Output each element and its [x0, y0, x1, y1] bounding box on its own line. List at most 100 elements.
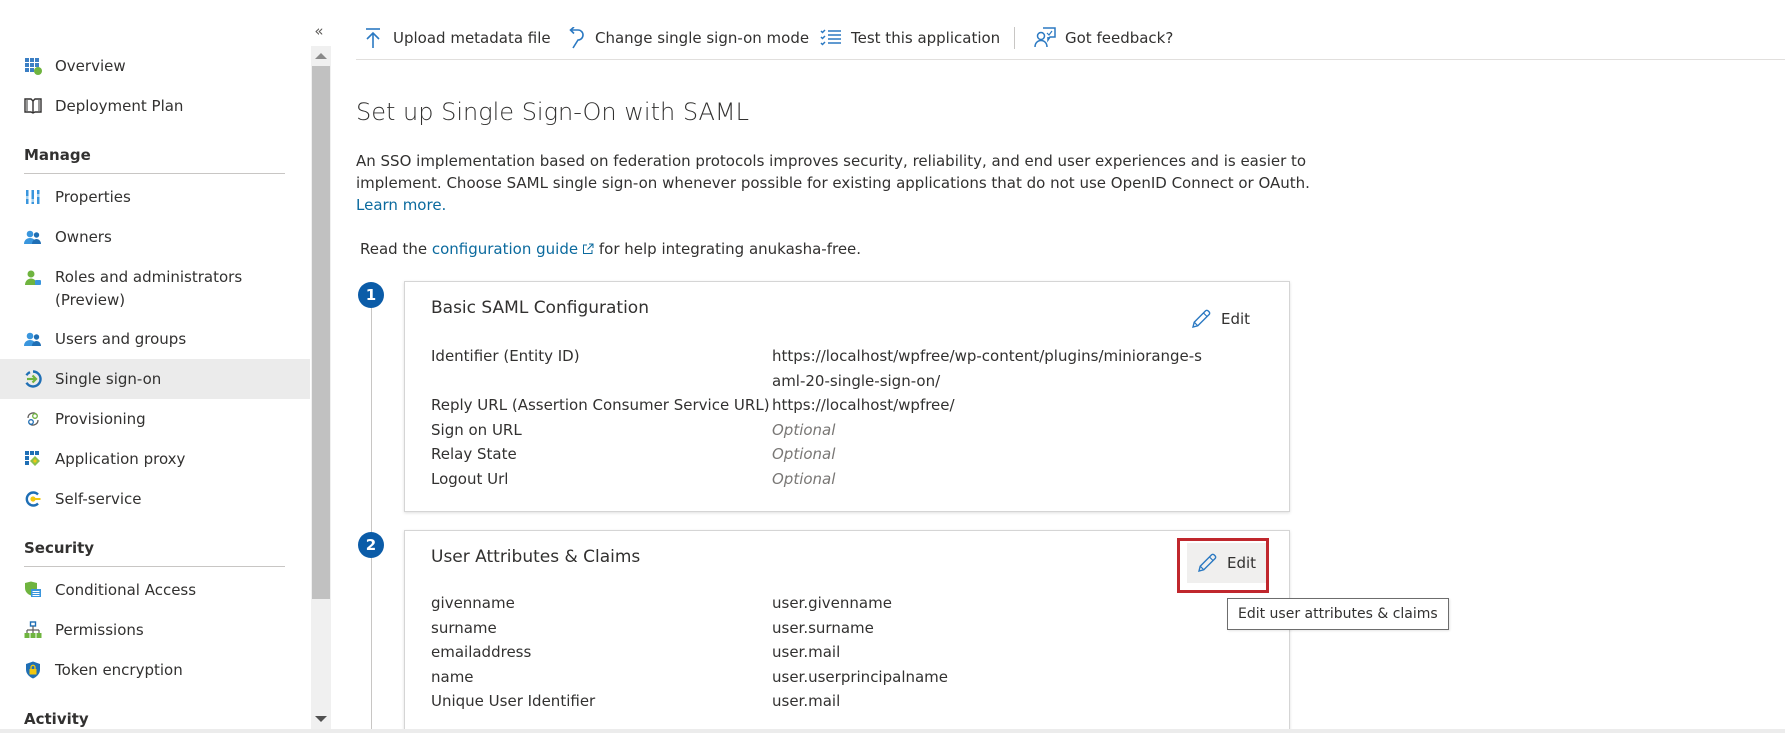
claim-name: givenname [431, 594, 515, 612]
test-label: Test this application [851, 29, 1001, 47]
claim-name: surname [431, 618, 497, 637]
sidebar-item-conditional-access[interactable]: Conditional Access [0, 570, 310, 610]
scroll-up-arrow-icon[interactable] [315, 53, 327, 59]
card-title: Basic SAML Configuration [431, 298, 649, 318]
sidebar-item-label: Provisioning [55, 410, 146, 428]
step-connector-line [371, 305, 372, 733]
sidebar-item-properties[interactable]: Properties [0, 177, 310, 217]
section-heading-security: Security [24, 539, 285, 567]
guide-suffix: for help integrating anukasha-free. [598, 240, 862, 258]
double-chevron-left-icon: « [314, 22, 324, 40]
command-toolbar: Upload metadata file Change single sign-… [356, 0, 1785, 60]
edit-tooltip: Edit user attributes & claims [1227, 598, 1449, 630]
claim-value: user.mail [772, 643, 841, 661]
pencil-icon [1191, 309, 1211, 329]
owners-icon [24, 228, 42, 246]
config-row: Identifier (Entity ID) https://localhost… [431, 344, 1271, 393]
claim-name: Unique User Identifier [431, 692, 596, 710]
sidebar-item-deployment-plan[interactable]: Deployment Plan [0, 86, 310, 126]
config-value: Optional [772, 420, 836, 439]
test-application-button[interactable]: Test this application [820, 24, 1000, 52]
config-row: Reply URL (Assertion Consumer Service UR… [431, 393, 1271, 418]
sidebar-item-owners[interactable]: Owners [0, 217, 310, 257]
upload-metadata-file-button[interactable]: Upload metadata file [362, 24, 551, 52]
token-encryption-icon [24, 661, 42, 679]
scrollbar-thumb[interactable] [312, 66, 330, 599]
configuration-guide-note: Read the configuration guide for help in… [360, 240, 861, 259]
page-title: Set up Single Sign-On with SAML [356, 98, 749, 126]
sidebar-item-overview[interactable]: Overview [0, 46, 310, 86]
learn-more-link[interactable]: Learn more. [356, 196, 446, 214]
config-row: Logout Url Optional [431, 467, 1271, 492]
claim-row: Unique User Identifier user.mail [431, 689, 1271, 714]
claim-row: name user.userprincipalname [431, 665, 1271, 690]
scroll-down-arrow-icon[interactable] [315, 716, 327, 722]
checklist-icon [820, 27, 842, 49]
saml-config-list: Identifier (Entity ID) https://localhost… [431, 344, 1271, 491]
sidebar-item-label: Application proxy [55, 450, 186, 468]
change-sso-mode-button[interactable]: Change single sign-on mode [564, 24, 809, 52]
undo-icon [564, 27, 586, 49]
change-mode-label: Change single sign-on mode [595, 29, 810, 47]
sidebar-item-provisioning[interactable]: Provisioning [0, 399, 310, 439]
book-icon [24, 97, 42, 115]
config-value: Optional [772, 445, 836, 463]
page-description: An SSO implementation based on federatio… [356, 150, 1316, 216]
toolbar-divider [1014, 27, 1015, 49]
config-row: Relay State Optional [431, 442, 1271, 467]
config-key: Logout Url [431, 469, 509, 488]
roles-icon [24, 269, 42, 287]
claim-value: user.mail [772, 692, 841, 710]
collapse-sidebar-button[interactable]: « [309, 22, 329, 42]
sidebar-item-self-service[interactable]: Self-service [0, 479, 310, 519]
claims-list: givenname user.givenname surname user.su… [431, 591, 1271, 714]
sidebar-scrollbar[interactable] [311, 46, 331, 733]
sidebar-item-token-encryption[interactable]: Token encryption [0, 650, 310, 690]
claim-value: user.userprincipalname [772, 667, 949, 686]
card-title: User Attributes & Claims [431, 547, 641, 567]
sidebar-item-roles-administrators[interactable]: Roles and administrators (Preview) [0, 266, 310, 316]
properties-icon [24, 188, 42, 206]
sidebar-item-application-proxy[interactable]: Application proxy [0, 439, 310, 479]
configuration-guide-link[interactable]: configuration guide [432, 240, 594, 258]
config-value: https://localhost/wpfree/ [772, 396, 955, 414]
sidebar-item-permissions[interactable]: Permissions [0, 610, 310, 650]
config-value: Optional [772, 469, 836, 488]
config-value: https://localhost/wpfree/wp-content/plug… [772, 347, 1202, 390]
basic-saml-configuration-card: Basic SAML Configuration Edit Identifier… [404, 281, 1290, 512]
self-service-icon [24, 490, 42, 508]
claim-row: givenname user.givenname [431, 591, 1271, 616]
permissions-icon [24, 621, 42, 639]
user-attributes-claims-card: User Attributes & Claims Edit givenname … [404, 530, 1290, 733]
claim-value: user.givenname [772, 594, 892, 612]
external-link-icon [582, 241, 594, 259]
claim-name: emailaddress [431, 643, 532, 661]
config-key: Sign on URL [431, 420, 522, 439]
sidebar-item-label: Token encryption [55, 661, 183, 679]
sidebar-item-users-and-groups[interactable]: Users and groups [0, 319, 310, 359]
horizontal-scrollbar[interactable] [0, 729, 1785, 733]
application-proxy-icon [24, 450, 42, 468]
edit-label: Edit [1221, 310, 1251, 328]
sidebar-item-label: Deployment Plan [55, 97, 184, 115]
highlight-annotation-box [1177, 538, 1269, 593]
upload-icon [362, 27, 384, 49]
edit-basic-saml-button[interactable]: Edit [1181, 300, 1260, 338]
claim-row: surname user.surname [431, 616, 1271, 641]
config-key: Relay State [431, 445, 517, 463]
sidebar-item-label: Conditional Access [55, 581, 197, 599]
sidebar-item-label: Owners [55, 228, 112, 246]
upload-label: Upload metadata file [393, 29, 551, 47]
feedback-label: Got feedback? [1065, 29, 1174, 47]
sidebar-item-single-sign-on[interactable]: Single sign-on [0, 359, 310, 399]
sidebar-item-label: Properties [55, 188, 131, 206]
provisioning-icon [24, 410, 42, 428]
feedback-icon [1034, 27, 1056, 49]
config-key: Identifier (Entity ID) [431, 347, 580, 365]
description-text: An SSO implementation based on federatio… [356, 152, 1310, 192]
claim-value: user.surname [772, 618, 874, 637]
conditional-access-icon [24, 581, 42, 599]
config-row: Sign on URL Optional [431, 418, 1271, 443]
feedback-button[interactable]: Got feedback? [1034, 24, 1173, 52]
section-heading-manage: Manage [24, 146, 285, 174]
